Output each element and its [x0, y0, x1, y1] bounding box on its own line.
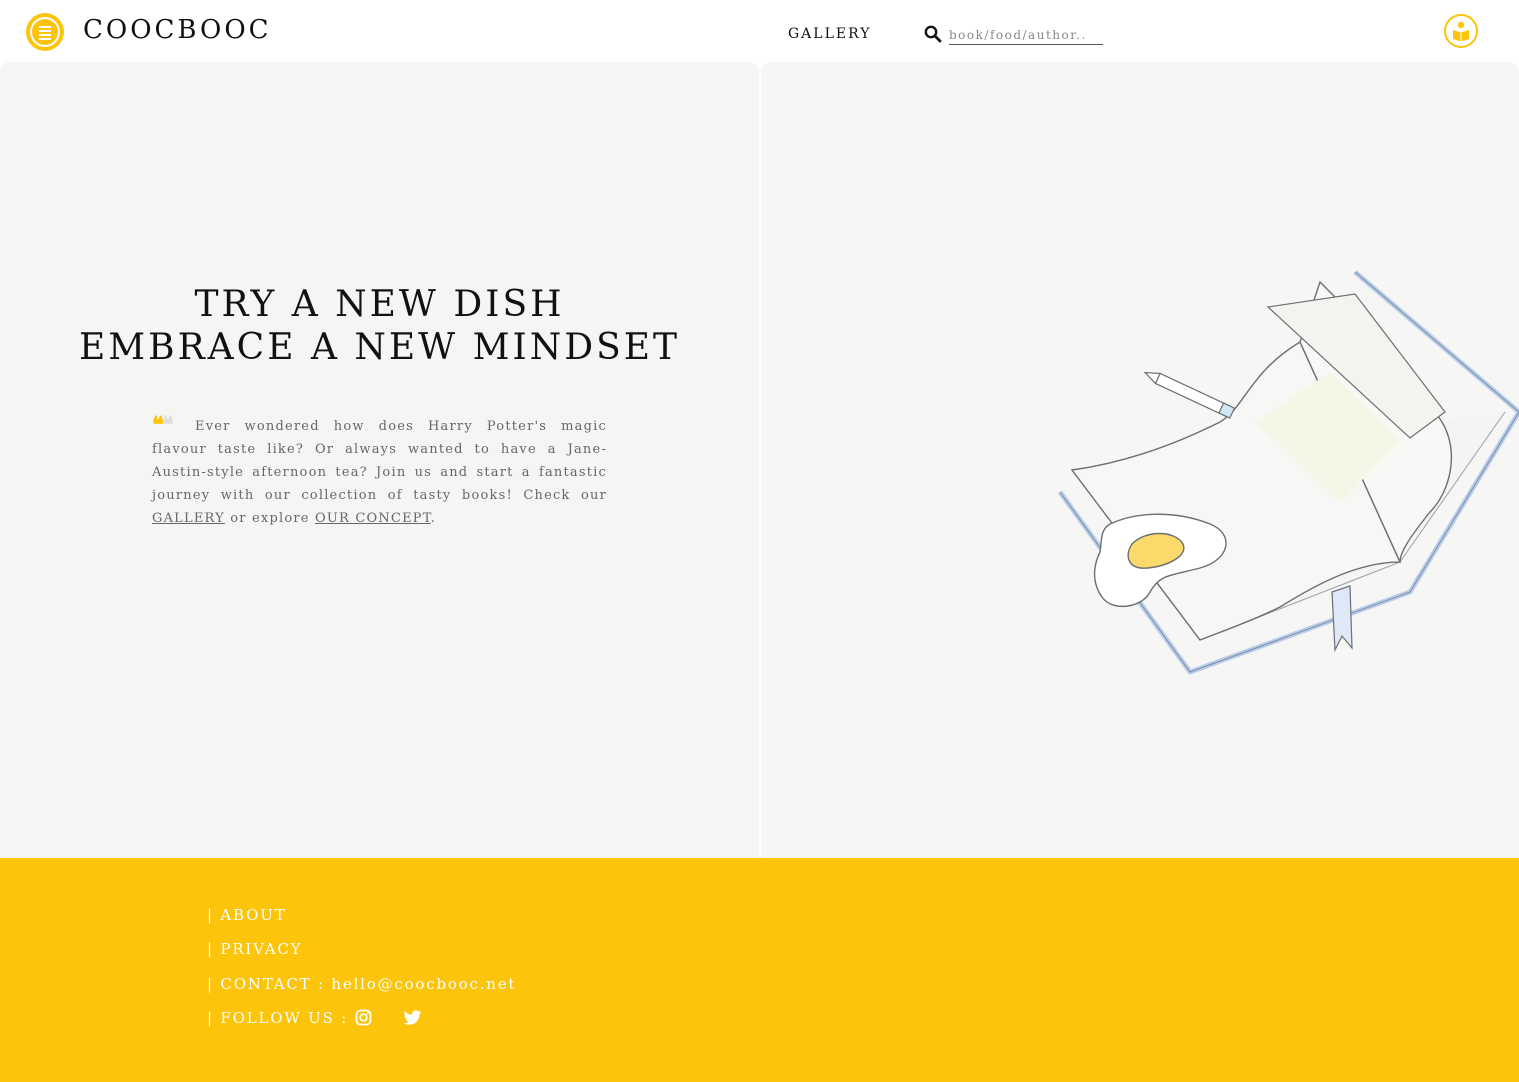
brand-logo[interactable]: COOCBOOC — [83, 15, 272, 45]
menu-icon[interactable] — [26, 13, 64, 51]
instagram-icon[interactable] — [355, 1009, 373, 1027]
hero-intro-paragraph: Ever wondered how does Harry Potter's ma… — [152, 419, 607, 526]
footer-follow-label: | FOLLOW US : — [207, 1009, 349, 1027]
our-concept-link[interactable]: OUR CONCEPT — [315, 511, 431, 526]
nav-gallery-link[interactable]: GALLERY — [788, 26, 871, 42]
book-egg-illustration — [1057, 270, 1519, 675]
search-input[interactable] — [949, 26, 1103, 45]
hero-headline-line1: TRY A NEW DISH — [194, 284, 565, 325]
contact-email-link[interactable]: hello@coocbooc.net — [331, 975, 516, 993]
search-icon[interactable] — [924, 25, 942, 43]
footer-contact: | CONTACT : hello@coocbooc.net — [207, 975, 517, 993]
footer-about[interactable]: | ABOUT — [207, 906, 287, 924]
site-footer — [0, 858, 1519, 1082]
top-navigation: COOCBOOC GALLERY — [0, 0, 1519, 64]
twitter-icon[interactable] — [403, 1009, 422, 1027]
user-book-icon[interactable] — [1444, 14, 1478, 48]
footer-privacy[interactable]: | PRIVACY — [207, 940, 302, 958]
hero-headline-line2: EMBRACE A NEW MINDSET — [78, 327, 681, 368]
gallery-link[interactable]: GALLERY — [152, 511, 225, 526]
